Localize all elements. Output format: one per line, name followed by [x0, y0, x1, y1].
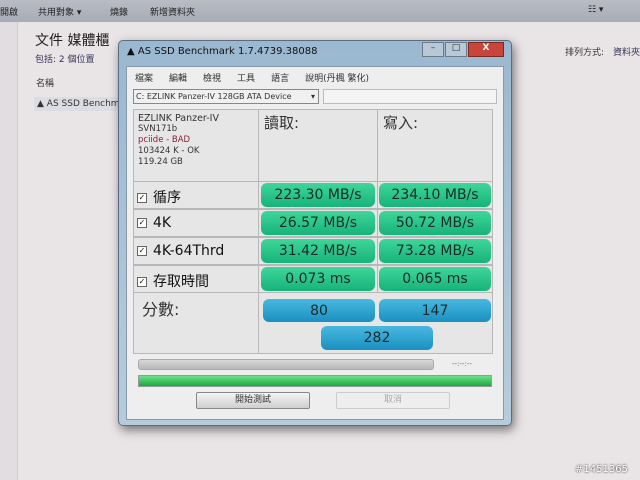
nav-pane: [0, 22, 18, 480]
test-row-label-cell: ✓ 4K-64Thrd: [133, 237, 259, 265]
read-header: 讀取:: [258, 109, 378, 182]
drive-alignment: 103424 K - OK: [138, 146, 200, 156]
menu-view[interactable]: 檢視: [203, 71, 221, 84]
watermark: #1451365: [575, 464, 628, 475]
sort-label: 排列方式:: [565, 48, 605, 58]
view-icon[interactable]: ☷ ▾: [588, 5, 603, 15]
score-label: 分數:: [133, 292, 259, 354]
test-row-label-cell: ✓ 存取時間: [133, 265, 259, 293]
close-button[interactable]: X: [468, 42, 504, 57]
new-folder-button[interactable]: 新增資料夾: [150, 5, 195, 18]
library-title: 文件 媒體櫃: [35, 33, 110, 49]
drive-size: 119.24 GB: [138, 157, 183, 167]
drive-model: EZLINK Panzer-IV: [138, 113, 219, 124]
menu-help[interactable]: 說明(丹楓 繁化): [305, 71, 369, 84]
drive-select-value: C: EZLINK Panzer-IV 128GB ATA Device: [136, 92, 292, 101]
drive-info: EZLINK Panzer-IV SVN171b pciide - BAD 10…: [133, 109, 259, 182]
read-result: 31.42 MB/s: [261, 239, 375, 263]
elapsed-time: --:--:--: [452, 360, 472, 368]
menu-tools[interactable]: 工具: [237, 71, 255, 84]
info-textbox[interactable]: [323, 89, 497, 104]
test-name: 存取時間: [153, 274, 209, 290]
test-checkbox[interactable]: ✓: [137, 193, 147, 203]
maximize-button[interactable]: □: [445, 42, 467, 57]
as-ssd-window: ▲ AS SSD Benchmark 1.7.4739.38088 – □ X …: [118, 40, 512, 426]
total-progress-fill: [139, 376, 491, 386]
write-result: 234.10 MB/s: [379, 183, 491, 207]
app-icon: ▲: [37, 99, 47, 109]
test-checkbox[interactable]: ✓: [137, 218, 147, 228]
score-read: 80: [263, 299, 375, 322]
minimize-button[interactable]: –: [422, 42, 444, 57]
burn-button[interactable]: 燒錄: [110, 5, 128, 18]
cancel-button[interactable]: 取消: [336, 392, 450, 409]
score-total: 282: [321, 326, 433, 350]
app-icon: ▲: [127, 46, 138, 57]
test-name: 循序: [153, 190, 181, 206]
sort-value[interactable]: 資料夾: [613, 45, 640, 58]
title-text: AS SSD Benchmark 1.7.4739.38088: [137, 46, 318, 57]
file-item[interactable]: ▲ AS SSD Benchm: [34, 97, 123, 111]
menu-edit[interactable]: 編輯: [169, 71, 187, 84]
write-result: 0.065 ms: [379, 267, 491, 291]
write-result: 73.28 MB/s: [379, 239, 491, 263]
test-row-label-cell: ✓ 循序: [133, 181, 259, 209]
file-name: AS SSD Benchm: [46, 99, 120, 109]
chevron-down-icon: ▾: [310, 92, 315, 101]
test-progress-bar: [138, 359, 434, 370]
test-name: 4K-64Thrd: [153, 243, 225, 259]
menu-language[interactable]: 語言: [271, 71, 289, 84]
write-result: 50.72 MB/s: [379, 211, 491, 235]
share-button[interactable]: 共用對象 ▾: [38, 5, 81, 18]
total-progress-bar: [138, 375, 492, 387]
test-checkbox[interactable]: ✓: [137, 277, 147, 287]
test-row-label-cell: ✓ 4K: [133, 209, 259, 237]
test-name: 4K: [153, 215, 172, 231]
read-result: 26.57 MB/s: [261, 211, 375, 235]
write-header: 寫入:: [377, 109, 493, 182]
explorer-toolbar: 開啟 共用對象 ▾ 燒錄 新增資料夾 ☷ ▾: [0, 0, 640, 22]
menu-file[interactable]: 檔案: [135, 71, 153, 84]
score-write: 147: [379, 299, 491, 322]
client-area: 檔案 編輯 檢視 工具 語言 說明(丹楓 繁化) C: EZLINK Panze…: [126, 66, 504, 420]
window-title: ▲ AS SSD Benchmark 1.7.4739.38088: [127, 46, 317, 57]
open-button[interactable]: 開啟: [0, 5, 18, 18]
read-result: 0.073 ms: [261, 267, 375, 291]
column-name[interactable]: 名稱: [36, 76, 54, 89]
read-result: 223.30 MB/s: [261, 183, 375, 207]
start-button[interactable]: 開始測試: [196, 392, 310, 409]
drive-firmware: SVN171b: [138, 124, 178, 134]
test-checkbox[interactable]: ✓: [137, 246, 147, 256]
drive-driver: pciide - BAD: [138, 135, 191, 145]
menu-bar: 檔案 編輯 檢視 工具 語言 說明(丹楓 繁化): [127, 67, 503, 84]
drive-select[interactable]: C: EZLINK Panzer-IV 128GB ATA Device ▾: [133, 89, 319, 104]
library-includes[interactable]: 包括: 2 個位置: [35, 52, 94, 65]
